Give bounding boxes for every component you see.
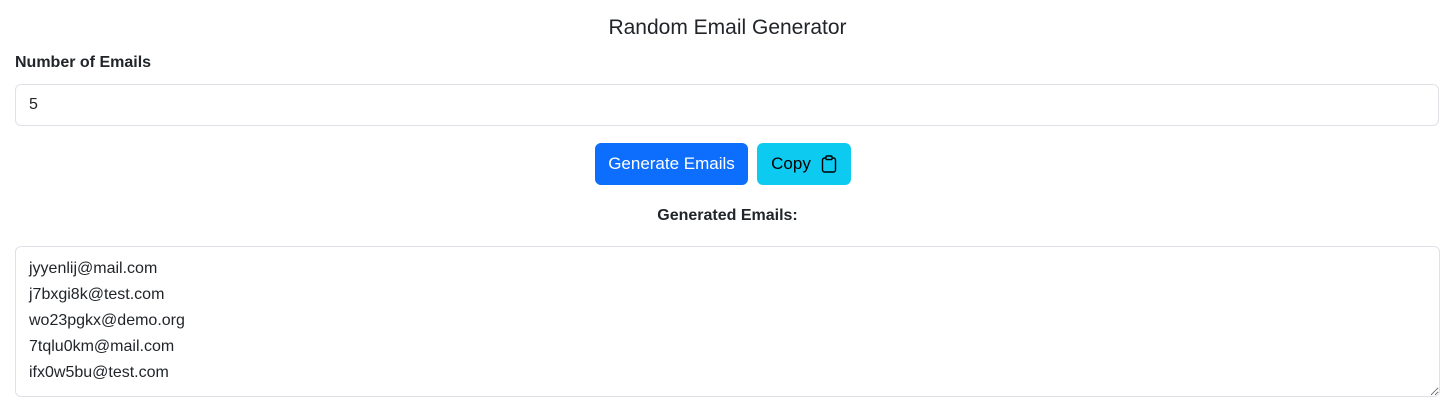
- clipboard-icon: [821, 155, 837, 173]
- generate-emails-button[interactable]: Generate Emails: [595, 143, 748, 185]
- generated-emails-textarea[interactable]: [15, 246, 1440, 397]
- email-count-input[interactable]: [15, 84, 1439, 126]
- generated-emails-label: Generated Emails:: [657, 207, 798, 224]
- copy-label: Copy: [771, 154, 811, 173]
- action-buttons: Generate Emails Copy: [0, 143, 1450, 185]
- email-generator-page: Random Email Generator Number of Emails …: [0, 0, 1450, 406]
- page-title: Random Email Generator: [608, 16, 847, 39]
- copy-button[interactable]: Copy: [757, 143, 851, 185]
- generate-emails-label: Generate Emails: [608, 154, 735, 173]
- email-count-label: Number of Emails: [15, 54, 152, 71]
